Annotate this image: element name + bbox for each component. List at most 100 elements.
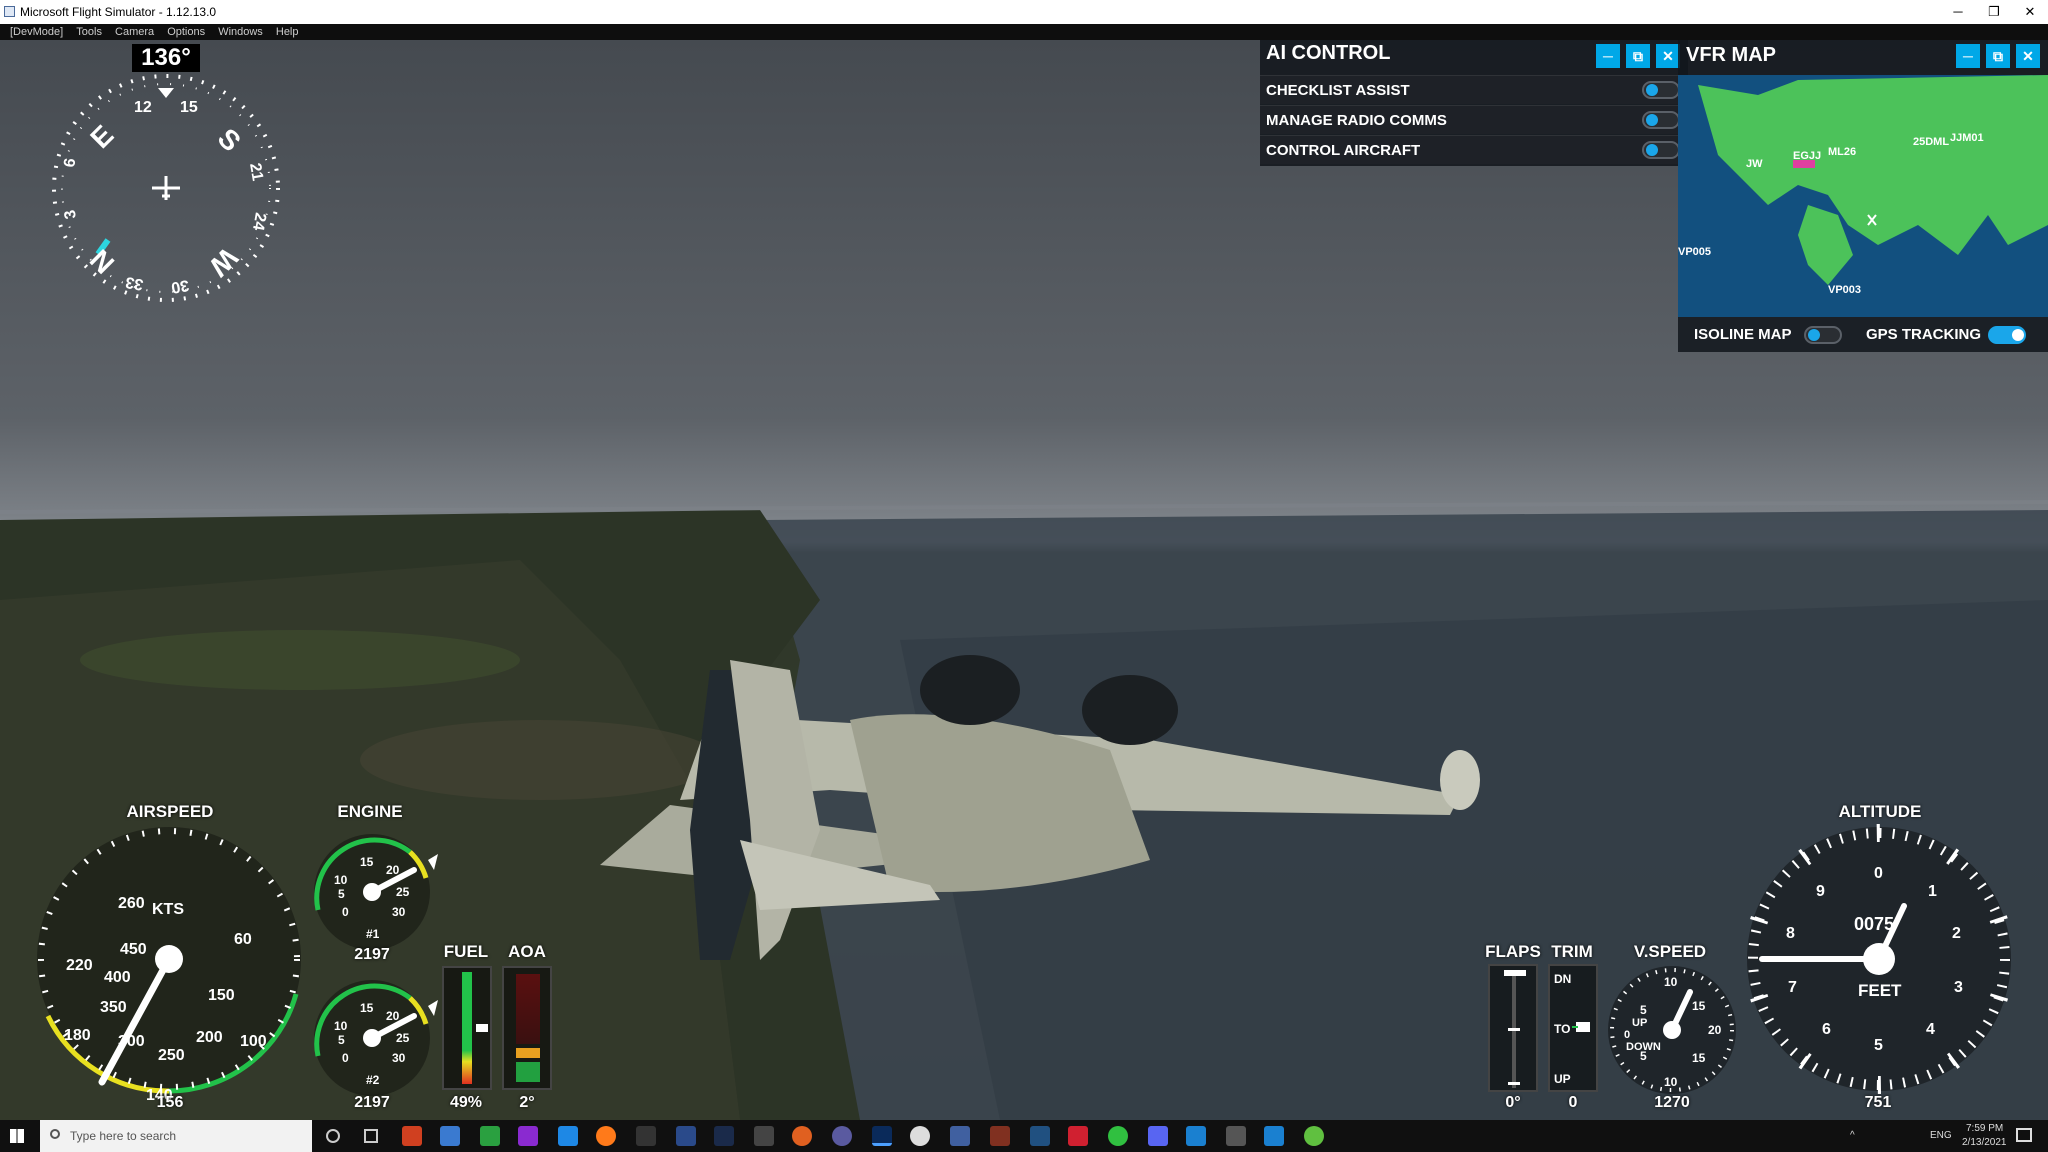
gps-tracking-toggle[interactable] [1988, 326, 2026, 344]
as-200: 200 [196, 1029, 223, 1046]
app-icon-17[interactable] [1264, 1126, 1284, 1146]
aoa-label: AOA [508, 942, 546, 961]
alt-6: 6 [1822, 1021, 1831, 1038]
e2-5: 5 [338, 1033, 345, 1047]
window-titlebar: Microsoft Flight Simulator - 1.12.13.0 ─… [0, 0, 2048, 24]
e1-10: 10 [334, 873, 348, 887]
vfr-map-title: VFR MAP [1686, 44, 1776, 66]
app-icon-4[interactable] [518, 1126, 538, 1146]
app-icon-8[interactable] [792, 1126, 812, 1146]
taskbar-search-box[interactable]: Type here to search [40, 1120, 312, 1152]
compass-widget: 136° E S W N 12 15 21 24 30 33 3 6 [36, 40, 296, 320]
map-label-jjm01: JJM01 [1950, 132, 1984, 144]
vfr-map-close-button[interactable]: ✕ [2016, 44, 2040, 68]
app-icon-6[interactable] [676, 1126, 696, 1146]
e2-10: 10 [334, 1019, 348, 1033]
vfr-map-minimize-button[interactable]: ─ [1956, 44, 1980, 68]
e1-30: 30 [392, 905, 406, 919]
vspeed-label: V.SPEED [1633, 942, 1707, 961]
app-icon-9[interactable] [832, 1126, 852, 1146]
map-label-jw: JW [1746, 158, 1763, 170]
clock-time[interactable]: 7:59 PM [1966, 1123, 2003, 1134]
firefox-icon[interactable] [596, 1126, 616, 1146]
app-icon-5[interactable] [636, 1126, 656, 1146]
alt-7: 7 [1788, 979, 1797, 996]
window-title: Microsoft Flight Simulator - 1.12.13.0 [20, 5, 217, 19]
flaps-gauge [1488, 964, 1538, 1092]
ai-control-minimize-button[interactable]: ─ [1596, 44, 1620, 68]
vs-up-label: UP [1632, 1017, 1647, 1029]
checklist-assist-toggle[interactable] [1642, 81, 1680, 99]
as-250: 250 [158, 1047, 185, 1064]
ai-control-panel: AI CONTROL ─ ⧉ ✕ CHECKLIST ASSIST MANAGE… [1260, 40, 1688, 166]
engine-2-rpm: 2197 [354, 1094, 390, 1111]
menu-windows[interactable]: Windows [218, 24, 263, 40]
isoline-map-toggle[interactable] [1804, 326, 1842, 344]
control-aircraft-label: CONTROL AIRCRAFT [1266, 142, 1421, 159]
cardinal-w: W [203, 242, 244, 283]
ai-control-row-aircraft: CONTROL AIRCRAFT [1260, 135, 1688, 164]
menu-options[interactable]: Options [167, 24, 205, 40]
app-icon-3[interactable] [480, 1126, 500, 1146]
shield-icon[interactable] [1068, 1126, 1088, 1146]
app-icon-16[interactable] [1226, 1126, 1246, 1146]
ai-control-close-button[interactable]: ✕ [1656, 44, 1680, 68]
airspeed-unit: KTS [152, 901, 184, 918]
manage-radio-toggle[interactable] [1642, 111, 1680, 129]
vs-10-bottom: 10 [1664, 1075, 1678, 1089]
app-icon-12[interactable] [990, 1126, 1010, 1146]
fuel-label: FUEL [443, 942, 489, 961]
e1-20: 20 [386, 863, 400, 877]
ai-control-row-radio: MANAGE RADIO COMMS [1260, 105, 1688, 134]
compass-rose: E S W N 12 15 21 24 30 33 3 6 [52, 74, 280, 302]
app-icon-7[interactable] [754, 1126, 774, 1146]
app-icon-13[interactable] [1030, 1126, 1050, 1146]
vfr-map-canvas[interactable]: EGJJ ML26 25DML JJM01 JW VP005 VP003 [1678, 75, 2048, 317]
ai-control-popout-button[interactable]: ⧉ [1626, 44, 1650, 68]
tick-33: 33 [124, 273, 145, 293]
app-icon-14[interactable] [1108, 1126, 1128, 1146]
menu-devmode[interactable]: [DevMode] [10, 24, 63, 40]
vfr-map-popout-button[interactable]: ⧉ [1986, 44, 2010, 68]
app-icon-2[interactable] [440, 1126, 460, 1146]
minimize-button[interactable]: ─ [1940, 0, 1976, 24]
app-icon-11[interactable] [950, 1126, 970, 1146]
clock-date[interactable]: 2/13/2021 [1962, 1137, 2007, 1148]
app-icon-15[interactable] [1186, 1126, 1206, 1146]
close-window-button[interactable]: ✕ [2012, 0, 2048, 24]
cortana-icon[interactable] [326, 1129, 340, 1143]
mail-icon[interactable] [558, 1126, 578, 1146]
isoline-map-label: ISOLINE MAP [1694, 326, 1792, 343]
altitude-drum: 0075 [1854, 914, 1894, 934]
task-view-icon[interactable] [364, 1129, 378, 1143]
flight-simulator-icon[interactable] [872, 1126, 892, 1146]
start-button[interactable] [10, 1129, 24, 1143]
app-icon-10[interactable] [910, 1126, 930, 1146]
as-180: 180 [64, 1027, 91, 1044]
restore-button[interactable]: ❐ [1976, 0, 2012, 24]
tick-15: 15 [180, 99, 198, 116]
tick-30: 30 [170, 276, 191, 296]
flaps-label: FLAPS [1485, 942, 1541, 961]
flight-scene[interactable]: 136° E S W N 12 15 21 24 30 33 3 6 AI CO… [0, 40, 2048, 1120]
menu-camera[interactable]: Camera [115, 24, 154, 40]
gps-tracking-label: GPS TRACKING [1866, 326, 1982, 343]
app-icon-18[interactable] [1304, 1126, 1324, 1146]
app-icon-1[interactable] [402, 1126, 422, 1146]
notification-icon[interactable] [2016, 1128, 2032, 1142]
checklist-assist-label: CHECKLIST ASSIST [1266, 82, 1410, 99]
vs-zero-label: 0 [1624, 1029, 1630, 1041]
engine-label: ENGINE [337, 802, 403, 821]
menu-help[interactable]: Help [276, 24, 299, 40]
steam-icon[interactable] [714, 1126, 734, 1146]
language-indicator[interactable]: ENG [1930, 1130, 1952, 1141]
discord-icon[interactable] [1148, 1126, 1168, 1146]
as-220: 220 [66, 957, 93, 974]
vs-15-top: 15 [1692, 999, 1706, 1013]
control-aircraft-toggle[interactable] [1642, 141, 1680, 159]
menu-tools[interactable]: Tools [76, 24, 102, 40]
trim-to-label: TO [1554, 1022, 1571, 1036]
map-label-egjj: EGJJ [1793, 150, 1821, 162]
tick-6: 6 [61, 157, 79, 169]
tray-chevron-icon[interactable]: ^ [1850, 1130, 1855, 1141]
